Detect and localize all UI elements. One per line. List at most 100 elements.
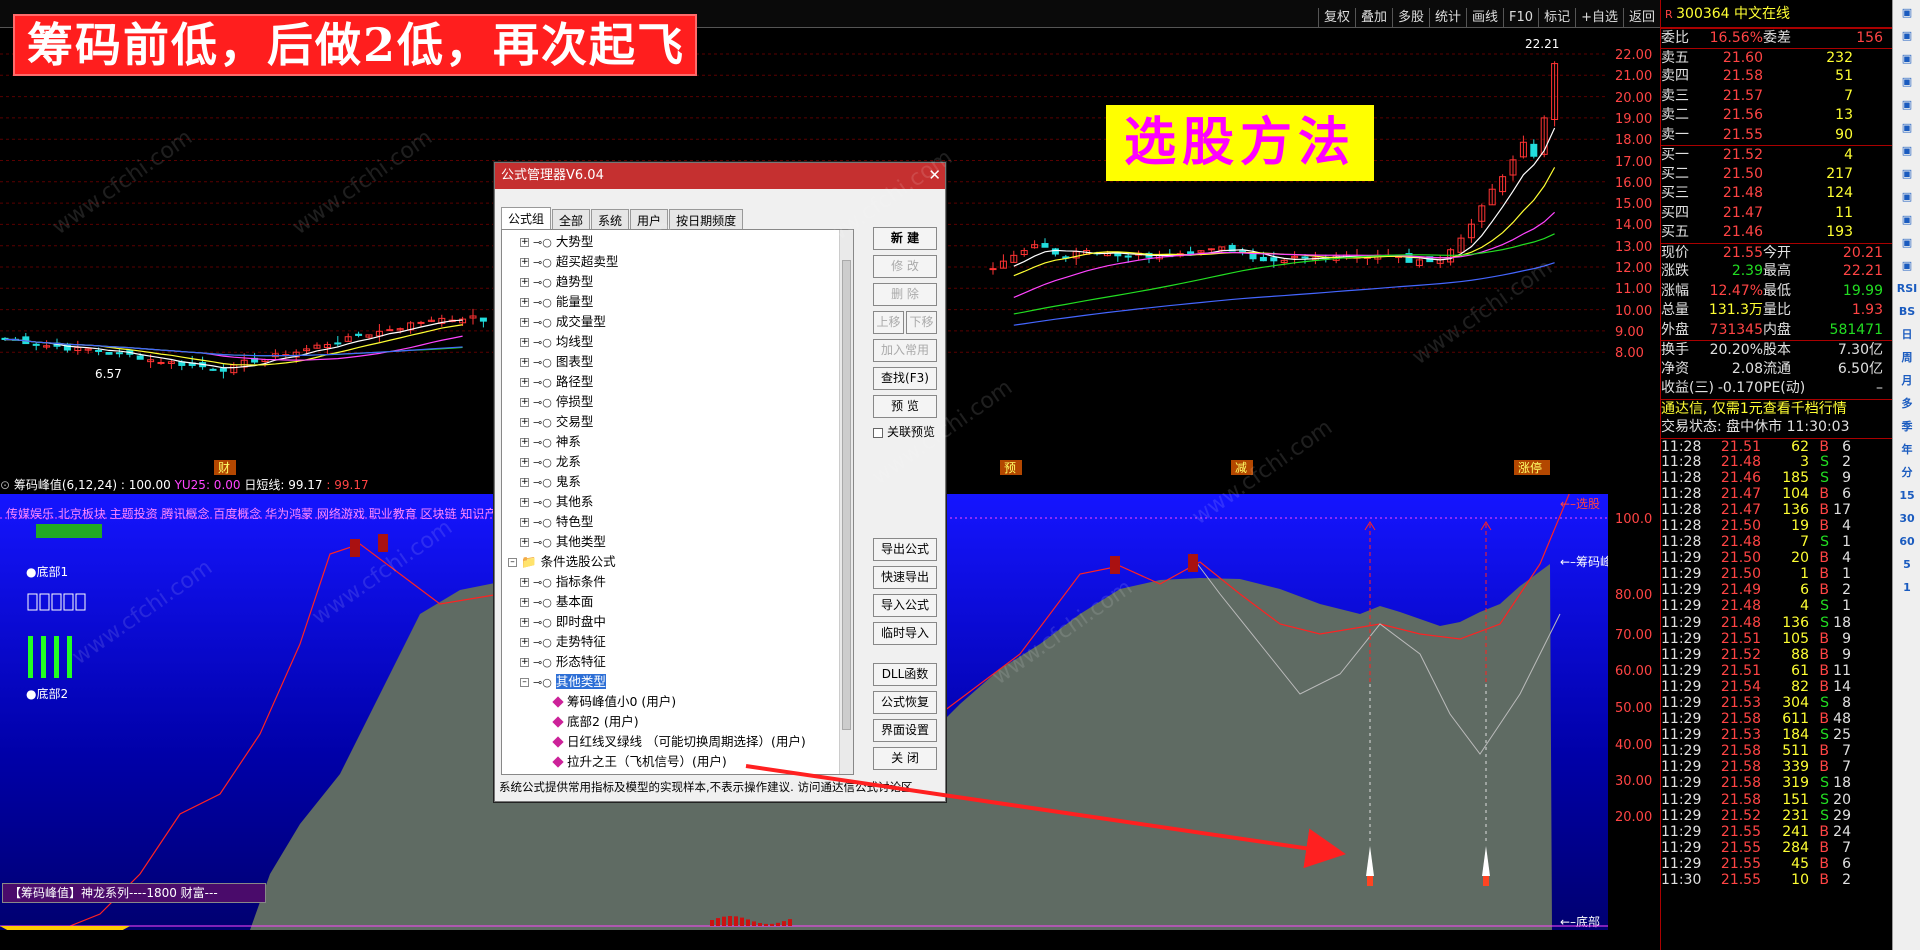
tree-item[interactable]: + ⊸○ 能量型 <box>502 292 853 312</box>
side-period-button[interactable]: 日 <box>1896 325 1918 345</box>
stock-title[interactable]: R 300364 中文在线 <box>1661 0 1892 28</box>
expand-icon[interactable]: + <box>520 378 529 387</box>
tree-scrollbar[interactable] <box>839 230 853 774</box>
indicator-toggle-icon[interactable]: ⊙ <box>0 478 14 492</box>
toolbar-button-0[interactable]: 复权 <box>1317 8 1355 28</box>
tree-item[interactable]: + ⊸○ 路径型 <box>502 372 853 392</box>
tree-sub-item[interactable]: + ⊸○ 指标条件 <box>502 572 853 592</box>
dialog-button[interactable]: 修 改 <box>873 255 937 278</box>
expand-icon[interactable]: + <box>520 498 529 507</box>
dialog-button[interactable]: 公式恢复 <box>873 691 937 714</box>
tree-formula-item[interactable]: 筹码峰值小0 (用户) <box>502 692 853 712</box>
tree-item[interactable]: + ⊸○ 特色型 <box>502 512 853 532</box>
preview-checkbox[interactable]: 关联预览 <box>873 423 941 440</box>
tree-item[interactable]: + ⊸○ 龙系 <box>502 452 853 472</box>
expand-icon[interactable]: + <box>520 518 529 527</box>
side-period-button[interactable]: 15 <box>1896 486 1918 506</box>
tree-sub-item[interactable]: + ⊸○ 基本面 <box>502 592 853 612</box>
tree-item[interactable]: + ⊸○ 其他系 <box>502 492 853 512</box>
toolbar-button-4[interactable]: 画线 <box>1466 8 1503 28</box>
tree-item[interactable]: + ⊸○ 停损型 <box>502 392 853 412</box>
expand-icon[interactable]: + <box>520 398 529 407</box>
toolbar-button-8[interactable]: 返回 <box>1622 8 1660 28</box>
formula-tree[interactable]: + ⊸○ 大势型 + ⊸○ 超买超卖型 + ⊸○ 趋势型 + ⊸○ 能量型 + ⊸○ 成交量型 + ⊸○ 均线型 +… <box>501 229 854 775</box>
tree-sub-item[interactable]: + ⊸○ 即时盘中 <box>502 612 853 632</box>
move-button[interactable]: 上移 <box>873 311 904 334</box>
tree-item[interactable]: + ⊸○ 趋势型 <box>502 272 853 292</box>
side-period-button[interactable]: 分 <box>1896 463 1918 483</box>
expand-icon[interactable]: – <box>520 678 529 687</box>
toolbar-button-7[interactable]: +自选 <box>1575 8 1623 28</box>
side-period-button[interactable]: 30 <box>1896 509 1918 529</box>
toolbar-button-2[interactable]: 多股 <box>1391 8 1429 28</box>
side-tool-icon[interactable]: ▣ <box>1896 256 1918 276</box>
dialog-button[interactable]: 删 除 <box>873 283 937 306</box>
expand-icon[interactable]: + <box>520 258 529 267</box>
toolbar-button-3[interactable]: 统计 <box>1429 8 1466 28</box>
dialog-button[interactable]: 快速导出 <box>873 566 937 589</box>
toolbar-button-1[interactable]: 叠加 <box>1354 8 1392 28</box>
tree-formula-item[interactable]: 拉升之王（飞机信号）(用户) <box>502 752 853 772</box>
checkbox-box[interactable] <box>873 427 883 438</box>
expand-icon[interactable]: + <box>520 238 529 247</box>
expand-icon[interactable]: + <box>520 618 529 627</box>
tree-item[interactable]: + ⊸○ 交易型 <box>502 412 853 432</box>
side-tool-icon[interactable]: ▣ <box>1896 210 1918 230</box>
expand-icon[interactable]: + <box>520 598 529 607</box>
dialog-button[interactable]: 预 览 <box>873 395 937 418</box>
toolbar-button-5[interactable]: F10 <box>1503 8 1538 28</box>
tree-item[interactable]: + ⊸○ 大势型 <box>502 232 853 252</box>
tree-sub-item[interactable]: – ⊸○ 其他类型 <box>502 672 853 692</box>
expand-icon[interactable]: + <box>520 338 529 347</box>
side-period-button[interactable]: 季 <box>1896 417 1918 437</box>
indicator-name[interactable]: 筹码峰值(6,12,24) <box>14 478 117 492</box>
side-tool-icon[interactable]: ▣ <box>1896 95 1918 115</box>
close-icon[interactable]: ✕ <box>928 166 941 184</box>
side-tool-icon[interactable]: ▣ <box>1896 3 1918 23</box>
expand-icon[interactable]: + <box>520 578 529 587</box>
dialog-button[interactable]: 临时导入 <box>873 622 937 645</box>
move-button[interactable]: 下移 <box>906 311 937 334</box>
side-period-button[interactable]: 60 <box>1896 532 1918 552</box>
dialog-button[interactable]: 导入公式 <box>873 594 937 617</box>
dialog-button[interactable]: 加入常用 <box>873 339 937 362</box>
dialog-button[interactable]: 界面设置 <box>873 719 937 742</box>
tree-item[interactable]: + ⊸○ 神系 <box>502 432 853 452</box>
tree-item[interactable]: + ⊸○ 均线型 <box>502 332 853 352</box>
side-tool-icon[interactable]: ▣ <box>1896 164 1918 184</box>
expand-icon[interactable]: + <box>520 278 529 287</box>
side-tool-icon[interactable]: ▣ <box>1896 233 1918 253</box>
dialog-button[interactable]: 关 闭 <box>873 747 937 770</box>
side-period-button[interactable]: BS <box>1896 302 1918 322</box>
side-tool-icon[interactable]: ▣ <box>1896 118 1918 138</box>
expand-icon[interactable]: + <box>520 638 529 647</box>
tree-item[interactable]: + ⊸○ 图表型 <box>502 352 853 372</box>
expand-icon[interactable]: + <box>520 358 529 367</box>
expand-icon[interactable]: + <box>520 298 529 307</box>
side-period-button[interactable]: 年 <box>1896 440 1918 460</box>
dialog-button[interactable]: 查找(F3) <box>873 367 937 390</box>
dialog-button[interactable]: 新 建 <box>873 227 937 250</box>
toolbar-button-6[interactable]: 标记 <box>1538 8 1575 28</box>
side-period-button[interactable]: 1 <box>1896 578 1918 598</box>
side-period-button[interactable]: RSI <box>1896 279 1918 299</box>
side-tool-icon[interactable]: ▣ <box>1896 141 1918 161</box>
expand-icon[interactable]: + <box>520 478 529 487</box>
side-period-button[interactable]: 月 <box>1896 371 1918 391</box>
collapse-icon[interactable]: – <box>508 558 517 567</box>
expand-icon[interactable]: + <box>520 458 529 467</box>
tree-formula-item[interactable]: 底部2 (用户) <box>502 712 853 732</box>
tree-item[interactable]: + ⊸○ 超买超卖型 <box>502 252 853 272</box>
side-tool-icon[interactable]: ▣ <box>1896 72 1918 92</box>
dialog-tab[interactable]: 公式组 <box>501 207 552 231</box>
side-tool-icon[interactable]: ▣ <box>1896 26 1918 46</box>
expand-icon[interactable]: + <box>520 418 529 427</box>
expand-icon[interactable]: + <box>520 538 529 547</box>
dialog-button[interactable]: 导出公式 <box>873 538 937 561</box>
tree-sub-item[interactable]: + ⊸○ 形态特征 <box>502 652 853 672</box>
notice-row[interactable]: 通达信, 仅需1元查看千档行情 <box>1661 398 1892 419</box>
tree-item[interactable]: + ⊸○ 成交量型 <box>502 312 853 332</box>
tree-sub-item[interactable]: + ⊸○ 走势特征 <box>502 632 853 652</box>
side-tool-icon[interactable]: ▣ <box>1896 187 1918 207</box>
tree-scroll-thumb[interactable] <box>842 260 851 730</box>
